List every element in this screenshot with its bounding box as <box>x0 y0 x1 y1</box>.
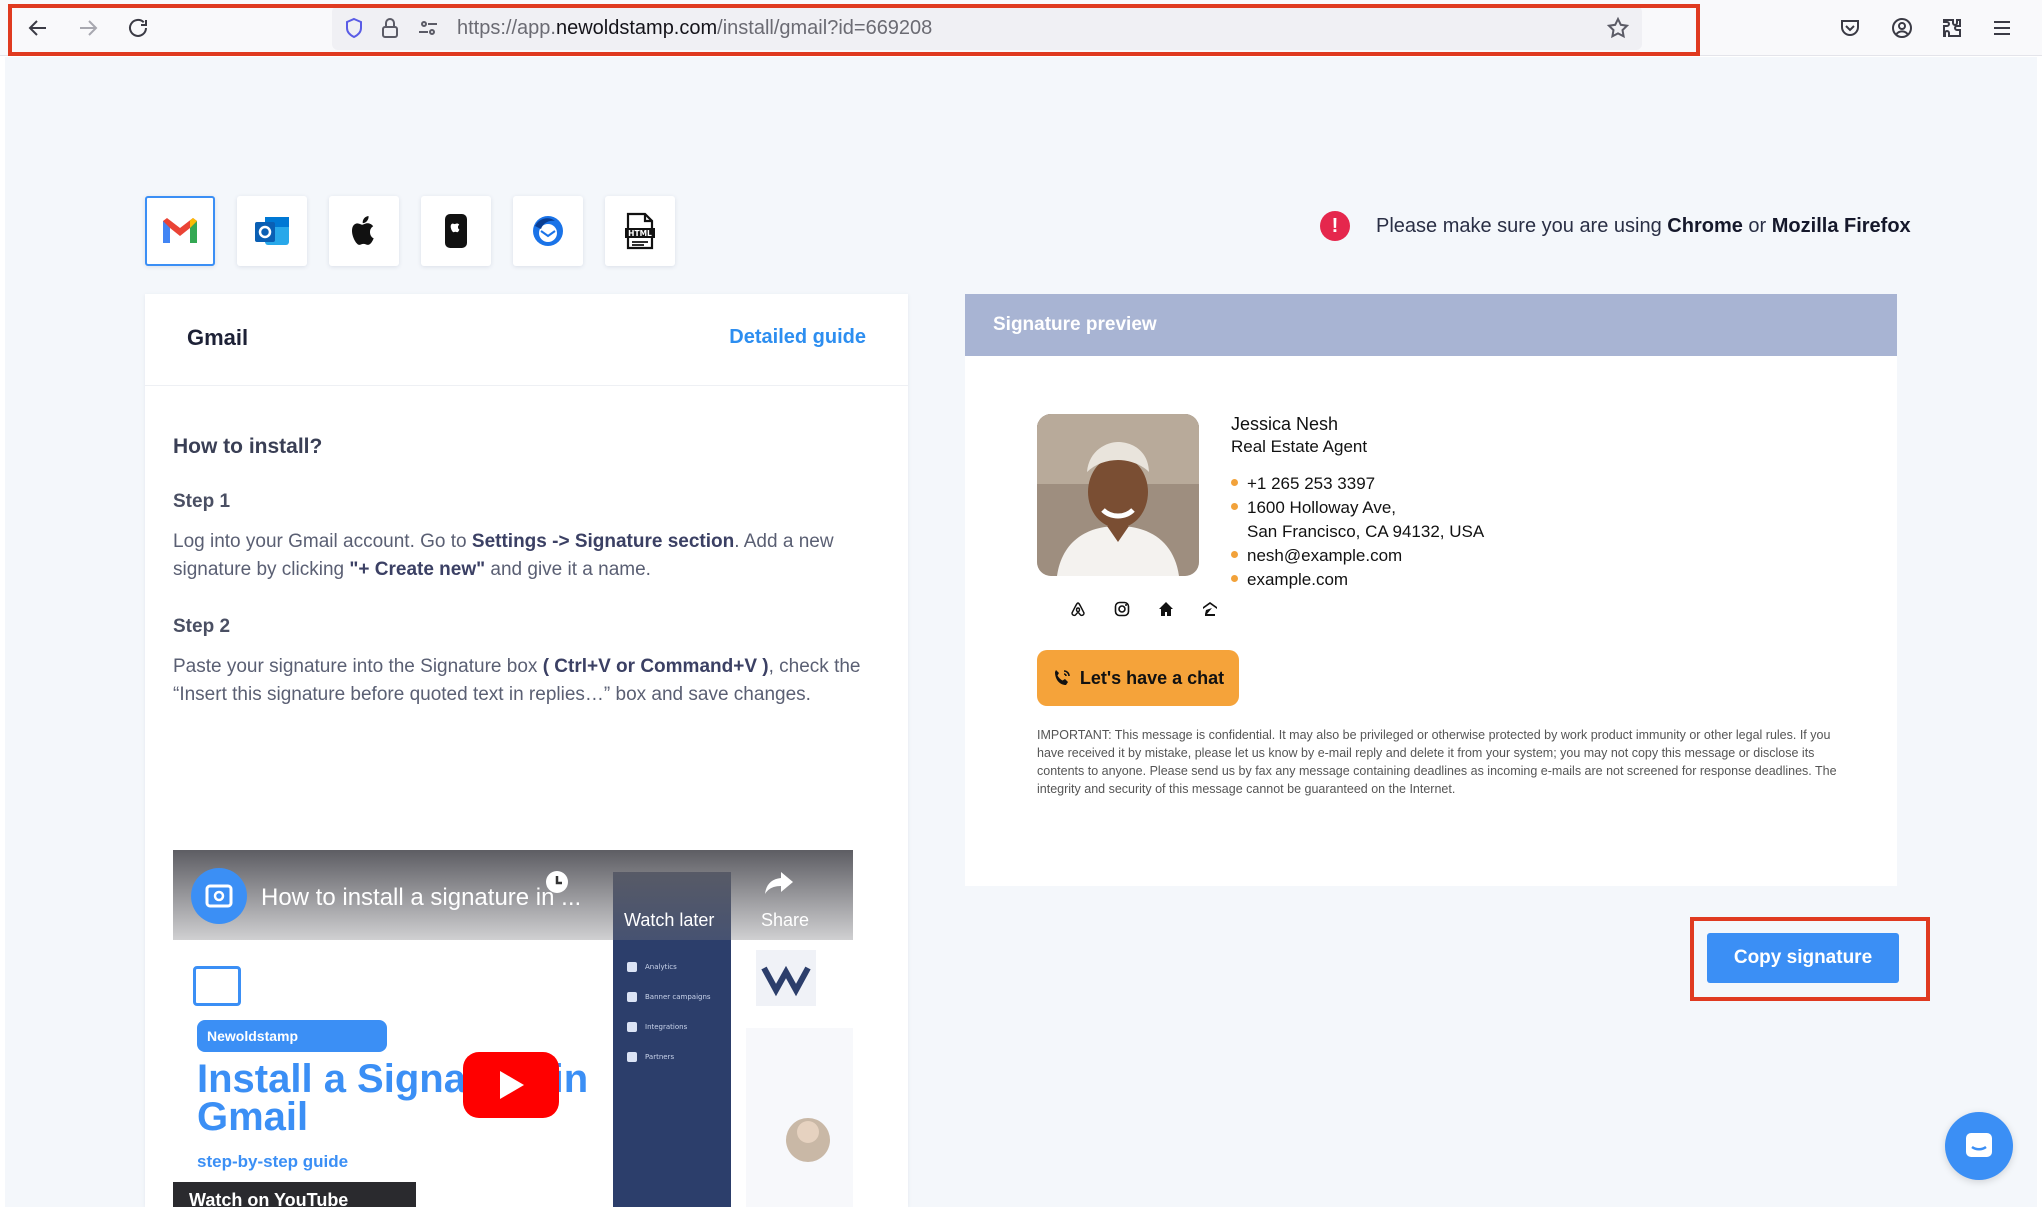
account-icon[interactable] <box>1886 12 1918 44</box>
reload-icon[interactable] <box>120 10 156 46</box>
url-text[interactable]: https://app.newoldstamp.com/install/gmai… <box>457 17 932 40</box>
back-icon[interactable] <box>20 10 56 46</box>
step-2-label: Step 2 <box>173 616 231 637</box>
signature-preview-card: Signature preview Jessica Nesh Real Esta… <box>965 294 1897 886</box>
step-2-text: Paste your signature into the Signature … <box>173 656 861 705</box>
chat-bubble-icon <box>1966 1133 1992 1157</box>
thunderbird-icon <box>533 216 563 246</box>
client-tab-thunderbird[interactable] <box>513 196 583 266</box>
video-app-content <box>746 920 853 1207</box>
signature-name: Jessica Nesh <box>1231 414 1339 434</box>
url-bar[interactable]: https://app.newoldstamp.com/install/gmai… <box>332 6 1642 50</box>
signature-address-line-2: San Francisco, CA 94132, USA <box>1247 522 1485 541</box>
video-sidebar-item: Partners <box>627 1052 674 1062</box>
notice-text-or: or <box>1742 214 1772 237</box>
airbnb-icon[interactable] <box>1067 598 1089 620</box>
lets-chat-label: Let's have a chat <box>1079 667 1225 688</box>
tutorial-video[interactable]: Analytics Banner campaigns Integrations … <box>173 850 853 1207</box>
outlook-icon <box>255 217 289 245</box>
signature-role: Real Estate Agent <box>1231 437 1368 456</box>
phone-icon <box>1054 670 1070 685</box>
watch-later-label[interactable]: Watch later <box>624 910 714 931</box>
install-guide-card: Gmail Detailed guide How to install? Ste… <box>145 294 908 1207</box>
video-logo-icon <box>193 966 241 1006</box>
signature-website: example.com <box>1231 570 1348 590</box>
step-1-label: Step 1 <box>173 491 231 512</box>
step-1-text: Log into your Gmail account. Go to Setti… <box>173 531 834 580</box>
alert-icon: ! <box>1320 211 1350 241</box>
browser-toolbar: https://app.newoldstamp.com/install/gmai… <box>0 0 2042 56</box>
tracking-shield-icon[interactable] <box>342 16 366 40</box>
share-icon[interactable] <box>763 868 795 896</box>
install-heading: How to install? <box>173 435 323 458</box>
guide-title: Gmail <box>187 325 249 350</box>
video-sidebar-item: Integrations <box>627 1022 687 1032</box>
signature-disclaimer: IMPORTANT: This message is confidential.… <box>1037 728 1837 796</box>
video-subline: step-by-step guide <box>197 1152 349 1171</box>
support-chat-widget[interactable] <box>1945 1112 2013 1180</box>
signature-phone: +1 265 253 3397 <box>1231 474 1375 494</box>
detailed-guide-link[interactable]: Detailed guide <box>729 326 866 349</box>
page-content: HTML ! Please make sure you are using Ch… <box>5 57 2037 1207</box>
client-tab-gmail[interactable] <box>145 196 215 266</box>
video-sidebar-item: Banner campaigns <box>627 992 711 1002</box>
lock-icon[interactable] <box>378 16 402 40</box>
video-sidebar-item: Analytics <box>627 962 677 972</box>
client-tab-apple-mail[interactable] <box>329 196 399 266</box>
share-label[interactable]: Share <box>761 910 809 931</box>
forward-icon[interactable] <box>70 10 106 46</box>
instagram-icon[interactable] <box>1111 598 1133 620</box>
notice-browser-chrome: Chrome <box>1667 214 1743 237</box>
video-title[interactable]: How to install a signature in ... <box>261 884 581 912</box>
video-channel-icon[interactable] <box>191 868 247 924</box>
client-tab-outlook[interactable] <box>237 196 307 266</box>
gmail-icon <box>163 218 197 243</box>
bookmark-star-icon[interactable] <box>1606 16 1630 40</box>
signature-email: nesh@example.com <box>1231 546 1402 566</box>
menu-icon[interactable] <box>1986 12 2018 44</box>
client-tab-ios-mail[interactable] <box>421 196 491 266</box>
notice-browser-firefox: Mozilla Firefox <box>1771 214 1911 237</box>
pocket-icon[interactable] <box>1834 12 1866 44</box>
video-brand-pill: Newoldstamp <box>197 1020 387 1052</box>
youtube-play-button[interactable] <box>463 1052 559 1118</box>
permissions-icon[interactable] <box>416 16 440 40</box>
html-file-icon: HTML <box>625 212 655 250</box>
clock-icon[interactable] <box>543 868 571 896</box>
lets-chat-button[interactable]: Let's have a chat <box>1037 650 1239 706</box>
signature-avatar <box>1037 414 1199 576</box>
notice-text: Please make sure you are using <box>1376 214 1668 237</box>
guide-header: Gmail Detailed guide <box>145 294 908 386</box>
watch-on-youtube-button[interactable]: Watch on YouTube <box>173 1182 416 1207</box>
signature-address-line-1: 1600 Holloway Ave, <box>1231 498 1396 518</box>
browser-notice: ! Please make sure you are using Chrome … <box>1320 209 1911 243</box>
iphone-icon <box>445 214 467 248</box>
watch-on-youtube-label: Watch on YouTube <box>189 1190 349 1207</box>
svg-text:HTML: HTML <box>628 229 652 238</box>
zillow-icon[interactable] <box>1199 598 1221 620</box>
copy-signature-button[interactable]: Copy signature <box>1707 933 1899 983</box>
signature-preview-header: Signature preview <box>965 294 1897 356</box>
apple-icon <box>352 216 374 245</box>
client-tab-html[interactable]: HTML <box>605 196 675 266</box>
extensions-icon[interactable] <box>1936 12 1968 44</box>
home-icon[interactable] <box>1155 598 1177 620</box>
